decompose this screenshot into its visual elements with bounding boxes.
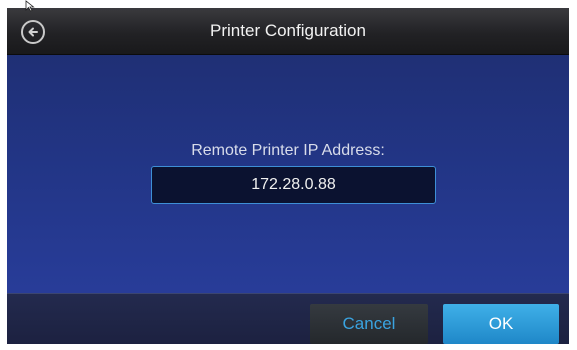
footer-bar: Cancel OK: [7, 293, 569, 344]
page-title: Printer Configuration: [210, 21, 366, 40]
ok-button[interactable]: OK: [443, 304, 559, 344]
ip-address-label: Remote Printer IP Address:: [191, 142, 385, 159]
title-bar: Printer Configuration: [7, 8, 569, 55]
cancel-button[interactable]: Cancel: [310, 304, 428, 344]
ip-address-field[interactable]: 172.28.0.88: [151, 166, 436, 204]
printer-configuration-screen: Printer Configuration Remote Printer IP …: [7, 8, 569, 344]
mouse-pointer-icon: [25, 0, 35, 12]
